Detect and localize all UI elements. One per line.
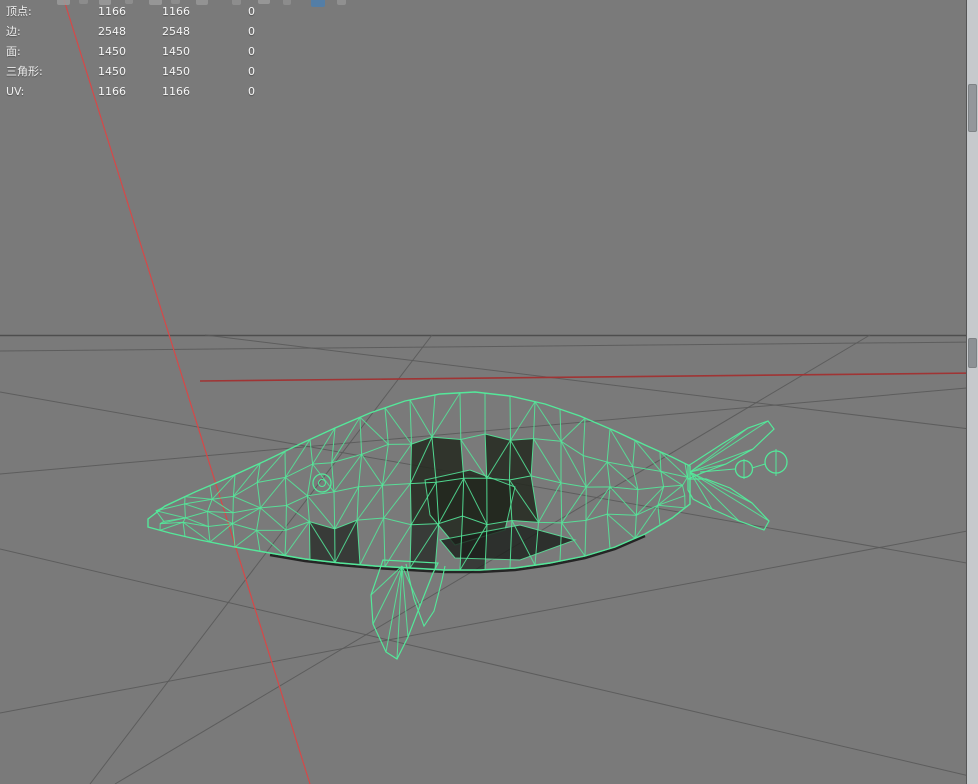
viewport-scrollbar[interactable]: [966, 0, 978, 784]
uv-total: 1166: [98, 85, 126, 98]
fish-wireframe-model[interactable]: [147, 391, 775, 660]
toolbar-icon-fragment[interactable]: [311, 0, 325, 7]
faces-total: 1450: [98, 45, 126, 58]
scrollbar-thumb-secondary[interactable]: [968, 338, 977, 368]
triangles-selected: 0: [248, 65, 255, 78]
edges-total: 2548: [98, 25, 126, 38]
vertices-label: 顶点:: [6, 5, 32, 18]
vertices-selected: 0: [248, 5, 255, 18]
poly-count-hud: 顶点: 1166 1166 0 边: 2548 2548 0 面: 1450 1…: [6, 2, 288, 102]
vertices-count2: 1166: [162, 5, 190, 18]
edges-count2: 2548: [162, 25, 190, 38]
triangles-label: 三角形:: [6, 65, 43, 78]
axis-lines: [63, 0, 978, 784]
faces-selected: 0: [248, 45, 255, 58]
triangles-count2: 1450: [162, 65, 190, 78]
hud-row-faces: 面: 1450 1450 0: [6, 42, 288, 62]
uv-count2: 1166: [162, 85, 190, 98]
edges-selected: 0: [248, 25, 255, 38]
uv-label: UV:: [6, 85, 25, 98]
toolbar-icon-fragment[interactable]: [337, 0, 346, 5]
viewport-canvas[interactable]: [0, 0, 978, 784]
hud-row-uv: UV: 1166 1166 0: [6, 82, 288, 102]
faces-label: 面:: [6, 45, 21, 58]
scrollbar-thumb[interactable]: [968, 84, 977, 132]
hud-row-vertices: 顶点: 1166 1166 0: [6, 2, 288, 22]
hud-row-edges: 边: 2548 2548 0: [6, 22, 288, 42]
triangles-total: 1450: [98, 65, 126, 78]
uv-selected: 0: [248, 85, 255, 98]
faces-count2: 1450: [162, 45, 190, 58]
hud-row-triangles: 三角形: 1450 1450 0: [6, 62, 288, 82]
vertices-total: 1166: [98, 5, 126, 18]
edges-label: 边:: [6, 25, 21, 38]
3d-viewport[interactable]: 顶点: 1166 1166 0 边: 2548 2548 0 面: 1450 1…: [0, 0, 978, 784]
